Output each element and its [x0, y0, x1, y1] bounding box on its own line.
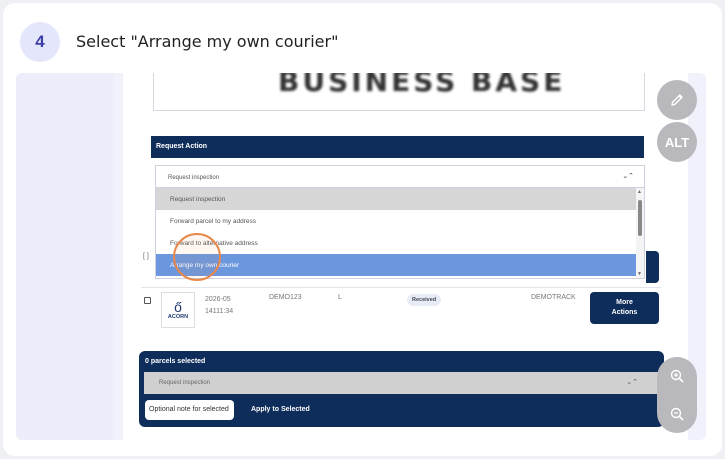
acorn-icon: ő [174, 299, 182, 315]
selected-count: 0 parcels selected [145, 358, 206, 365]
request-action-dropdown[interactable]: Request inspection ⌄⌃ Request inspection… [155, 165, 645, 279]
dropdown-selected-value[interactable]: Request inspection ⌄⌃ [156, 166, 644, 188]
click-indicator [173, 233, 221, 281]
parcel-date-line2: 14111:34 [205, 308, 234, 315]
chevron-updown-icon: ⌄⌃ [626, 379, 638, 386]
more-actions-button[interactable]: More Actions [590, 292, 659, 324]
courier-logo: ő ACORN [161, 292, 195, 328]
logo-box: BUSINESS BASE [153, 73, 645, 111]
screenshot-area: BUSINESS BASE Request Action Request ins… [16, 73, 706, 440]
apply-to-selected-button[interactable]: Apply to Selected [251, 406, 310, 413]
zoom-in-icon [670, 369, 684, 383]
alt-text-button[interactable]: ALT [657, 122, 697, 162]
table-row: ő ACORN 2026-05 14111:34 DEMO123 L Recei… [141, 287, 661, 331]
scroll-up-icon[interactable]: ▲ [637, 189, 642, 195]
dropdown-options-list: Request inspection Forward parcel to my … [156, 188, 638, 276]
option-request-inspection[interactable]: Request inspection [156, 188, 638, 210]
tracking-number: DEMOTRACK [531, 294, 576, 301]
dropdown-scrollbar[interactable]: ▲ ▼ [636, 188, 644, 278]
scroll-down-icon[interactable]: ▼ [637, 271, 642, 277]
tutorial-step-card: 4 Select "Arrange my own courier" BUSINE… [3, 3, 722, 456]
more-actions-line1: More [616, 299, 633, 306]
parcel-reference: DEMO123 [269, 294, 302, 301]
request-action-header: Request Action [151, 136, 644, 158]
status-badge: Received [407, 294, 442, 306]
zoom-out-button[interactable] [657, 395, 697, 433]
business-logo-text: BUSINESS BASE [278, 73, 566, 98]
bulk-action-value: Request inspection [159, 380, 211, 386]
more-actions-line2: Actions [611, 309, 638, 316]
left-panel [16, 73, 113, 440]
hidden-button-edge [646, 251, 659, 283]
zoom-controls [657, 357, 697, 433]
zoom-in-button[interactable] [657, 357, 697, 395]
option-forward-to-my-address[interactable]: Forward parcel to my address [156, 210, 638, 232]
chevron-updown-icon: ⌄⌃ [622, 173, 634, 180]
parcel-date-line1: 2026-05 [205, 296, 231, 303]
option-arrange-my-own-courier[interactable]: Arrange my own courier [156, 254, 638, 276]
step-number-badge: 4 [20, 22, 60, 62]
courier-brand: ACORN [167, 314, 189, 320]
zoom-out-icon [670, 407, 684, 421]
bulk-action-select[interactable]: Request inspection ⌄⌃ [144, 372, 658, 394]
dropdown-selected-label: Request inspection [168, 175, 220, 181]
row-checkbox[interactable] [144, 297, 151, 304]
step-title: Select "Arrange my own courier" [76, 32, 339, 51]
pencil-icon [671, 94, 683, 106]
parcel-page: BUSINESS BASE Request Action Request ins… [123, 73, 688, 440]
row-marker: [ ] [143, 253, 149, 260]
pencil-button[interactable] [657, 80, 697, 120]
option-forward-to-alternative-address[interactable]: Forward to alternative address [156, 232, 638, 254]
scrollbar-thumb[interactable] [638, 200, 642, 236]
bulk-action-bar: 0 parcels selected Request inspection ⌄⌃… [139, 351, 664, 427]
optional-note-input[interactable]: Optional note for selected [145, 400, 234, 420]
parcel-size: L [338, 294, 342, 301]
parcel-date: 2026-05 14111:34 [205, 294, 233, 318]
